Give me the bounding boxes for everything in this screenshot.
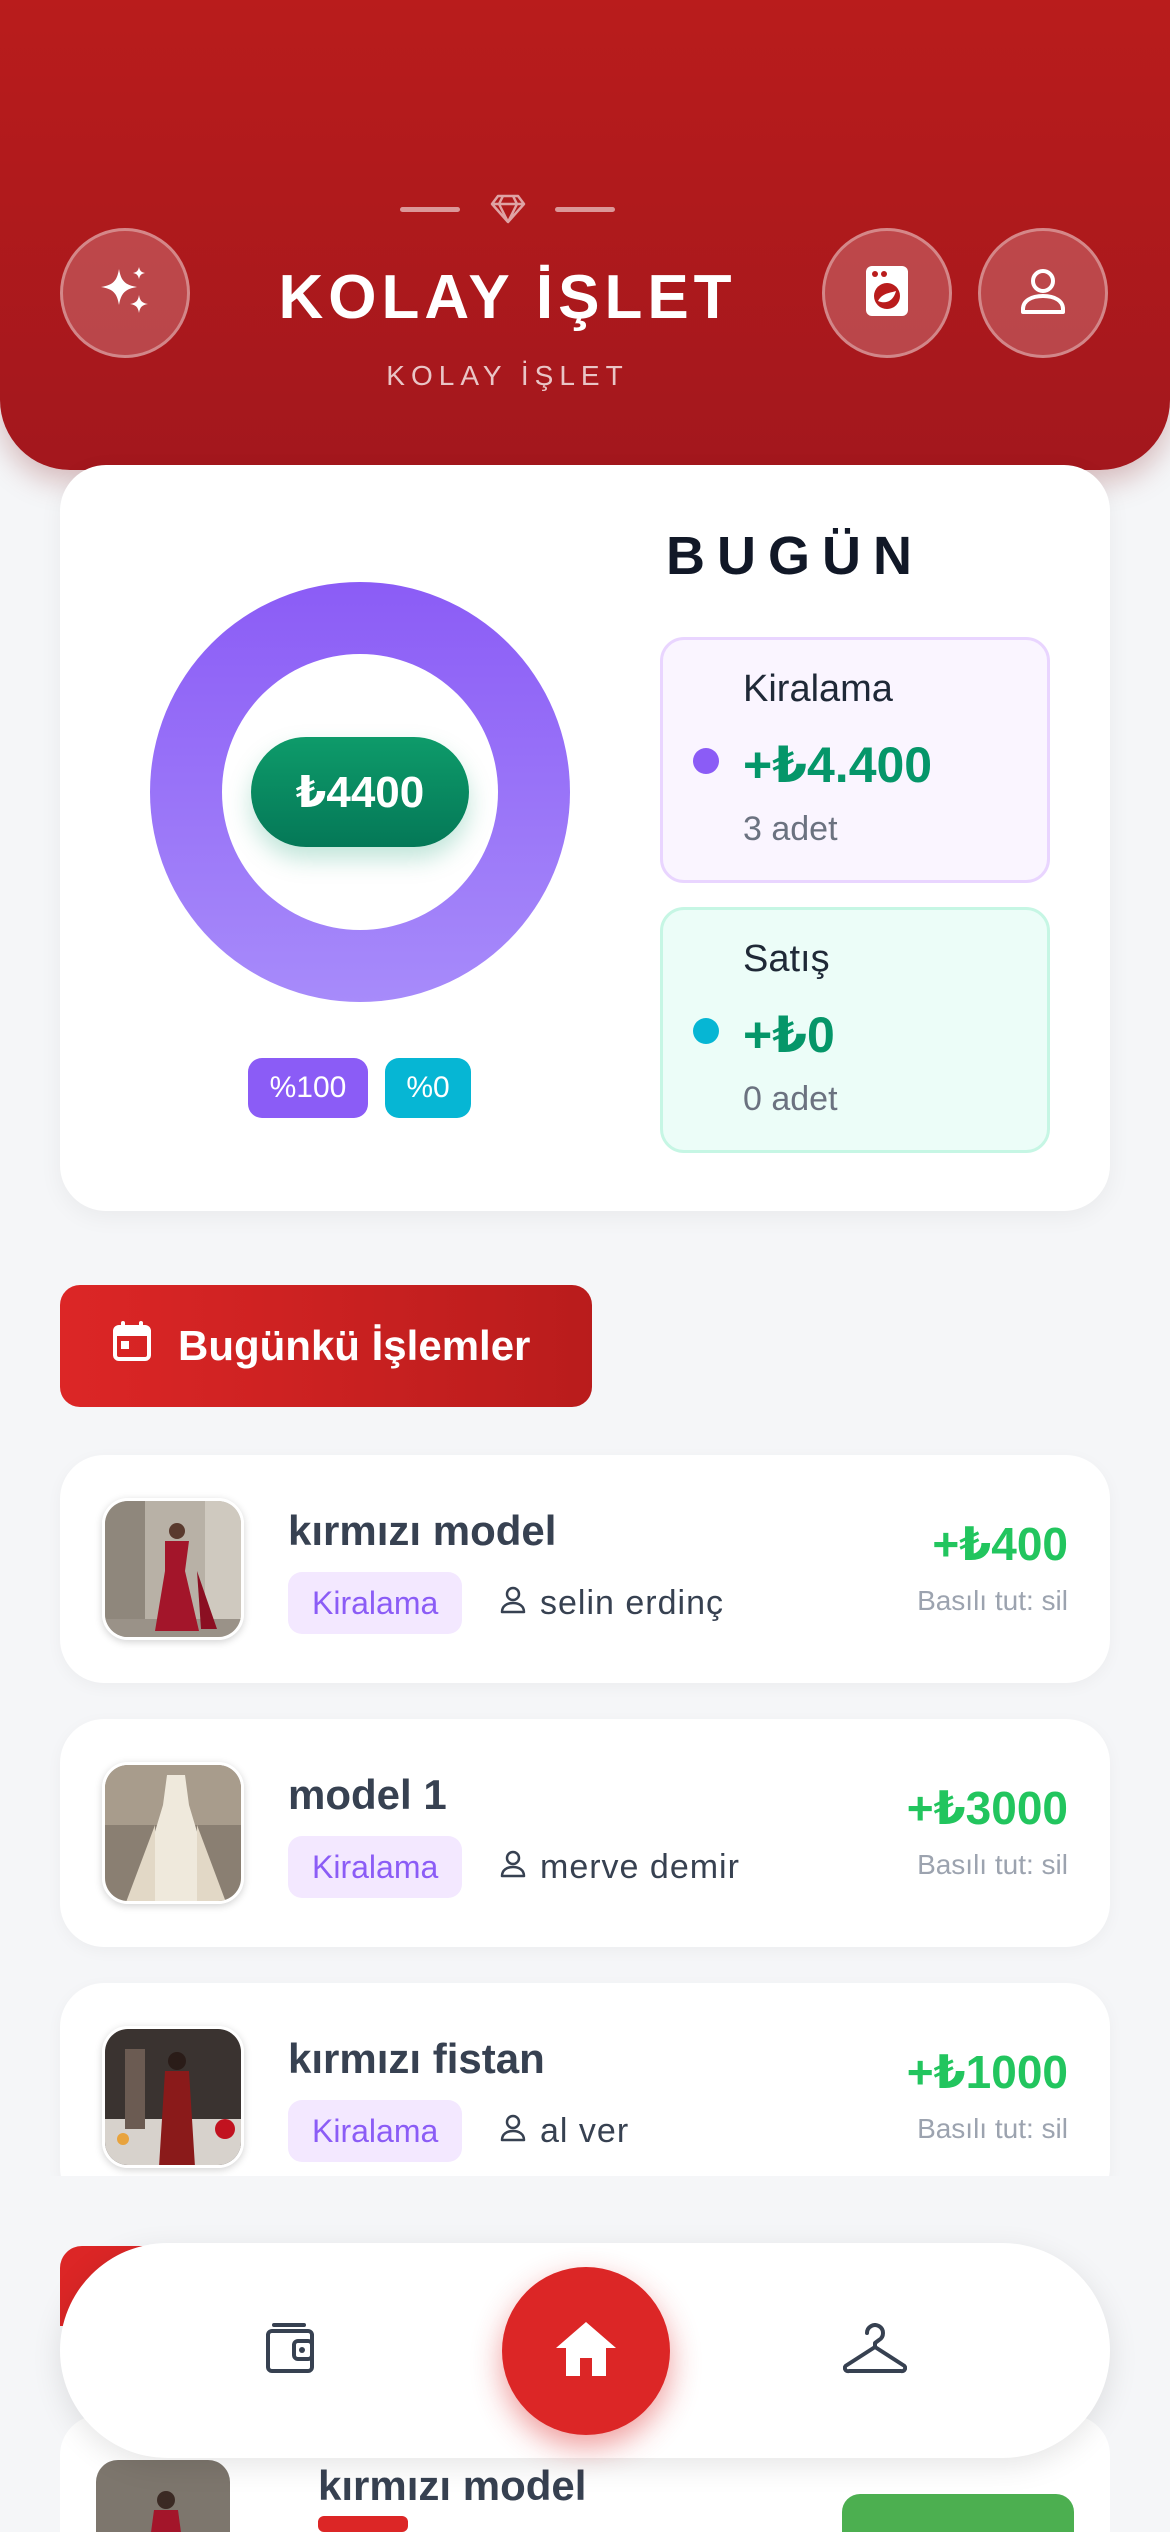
transaction-amount: +₺3000 bbox=[906, 1782, 1068, 1834]
section-label: Bugünkü İşlemler bbox=[178, 1322, 531, 1369]
rental-label: Kiralama bbox=[743, 668, 893, 710]
peek-price bbox=[318, 2516, 408, 2532]
washing-machine-icon bbox=[862, 263, 912, 324]
sale-percent-badge: %0 bbox=[385, 1058, 471, 1118]
product-thumbnail bbox=[102, 1762, 244, 1904]
user-icon bbox=[1016, 264, 1070, 323]
decor-line bbox=[400, 206, 460, 212]
wallet-icon bbox=[264, 2322, 320, 2380]
customer-name: selin erdinç bbox=[540, 1583, 724, 1622]
rental-amount: +₺4.400 bbox=[743, 737, 933, 793]
diamond-icon bbox=[489, 192, 527, 226]
list-clip bbox=[0, 2176, 1170, 2246]
user-icon bbox=[500, 1848, 526, 1887]
product-name: kırmızı fistan bbox=[288, 2035, 545, 2082]
peek-product-name: kırmızı model bbox=[318, 2462, 587, 2509]
type-tag: Kiralama bbox=[288, 1572, 463, 1634]
product-name: model 1 bbox=[288, 1771, 447, 1818]
nav-wallet[interactable] bbox=[262, 2321, 322, 2381]
long-press-hint: Basılı tut: sil bbox=[917, 1849, 1068, 1880]
customer: merve demir bbox=[500, 1836, 740, 1898]
rental-stat-card[interactable]: Kiralama +₺4.400 3 adet bbox=[660, 637, 1050, 883]
nav-hanger[interactable] bbox=[842, 2321, 908, 2381]
transaction-card[interactable]: model 1 Kiralama merve demir +₺3000 Bası… bbox=[60, 1719, 1110, 1947]
sale-amount: +₺0 bbox=[743, 1007, 835, 1063]
rental-percent-badge: %100 bbox=[248, 1058, 368, 1118]
customer-name: al ver bbox=[540, 2111, 630, 2150]
transaction-card[interactable]: kırmızı model Kiralama selin erdinç +₺40… bbox=[60, 1455, 1110, 1683]
calendar-icon bbox=[112, 1320, 152, 1372]
header-decoration bbox=[400, 192, 615, 226]
hanger-icon bbox=[842, 2322, 908, 2380]
product-name: kırmızı model bbox=[288, 1507, 557, 1554]
user-icon bbox=[500, 2112, 526, 2151]
today-summary-card: ₺4400 %100 %0 BUGÜN Kiralama +₺4.400 3 a… bbox=[60, 465, 1110, 1211]
sale-legend-dot bbox=[693, 1018, 719, 1044]
customer: selin erdinç bbox=[500, 1572, 724, 1634]
sale-count: 0 adet bbox=[743, 1080, 838, 1118]
long-press-hint: Basılı tut: sil bbox=[917, 1585, 1068, 1616]
today-heading: BUGÜN bbox=[666, 526, 924, 586]
product-thumbnail bbox=[102, 1498, 244, 1640]
total-revenue-badge: ₺4400 bbox=[251, 737, 469, 847]
product-thumbnail bbox=[102, 2026, 244, 2168]
transaction-amount: +₺400 bbox=[932, 1518, 1068, 1570]
decor-line bbox=[555, 206, 615, 212]
app-header: KOLAY İŞLET KOLAY İŞLET bbox=[0, 0, 1170, 470]
sale-stat-card[interactable]: Satış +₺0 0 adet bbox=[660, 907, 1050, 1153]
bottom-navigation bbox=[60, 2243, 1110, 2458]
long-press-hint: Basılı tut: sil bbox=[917, 2113, 1068, 2144]
transaction-amount: +₺1000 bbox=[906, 2046, 1068, 2098]
home-icon bbox=[552, 2318, 620, 2385]
customer-name: merve demir bbox=[540, 1847, 740, 1886]
sale-label: Satış bbox=[743, 938, 830, 980]
nav-home[interactable] bbox=[502, 2267, 670, 2435]
type-tag: Kiralama bbox=[288, 1836, 463, 1898]
user-icon bbox=[500, 1584, 526, 1623]
todays-transactions-button[interactable]: Bugünkü İşlemler bbox=[60, 1285, 592, 1407]
type-tag: Kiralama bbox=[288, 2100, 463, 2162]
customer: al ver bbox=[500, 2100, 629, 2162]
app-subtitle: KOLAY İŞLET bbox=[386, 360, 629, 391]
profile-button[interactable] bbox=[978, 228, 1108, 358]
peek-action-button[interactable] bbox=[842, 2494, 1074, 2532]
rental-legend-dot bbox=[693, 748, 719, 774]
washing-machine-button[interactable] bbox=[822, 228, 952, 358]
rental-count: 3 adet bbox=[743, 810, 838, 848]
peek-thumbnail bbox=[96, 2460, 230, 2532]
